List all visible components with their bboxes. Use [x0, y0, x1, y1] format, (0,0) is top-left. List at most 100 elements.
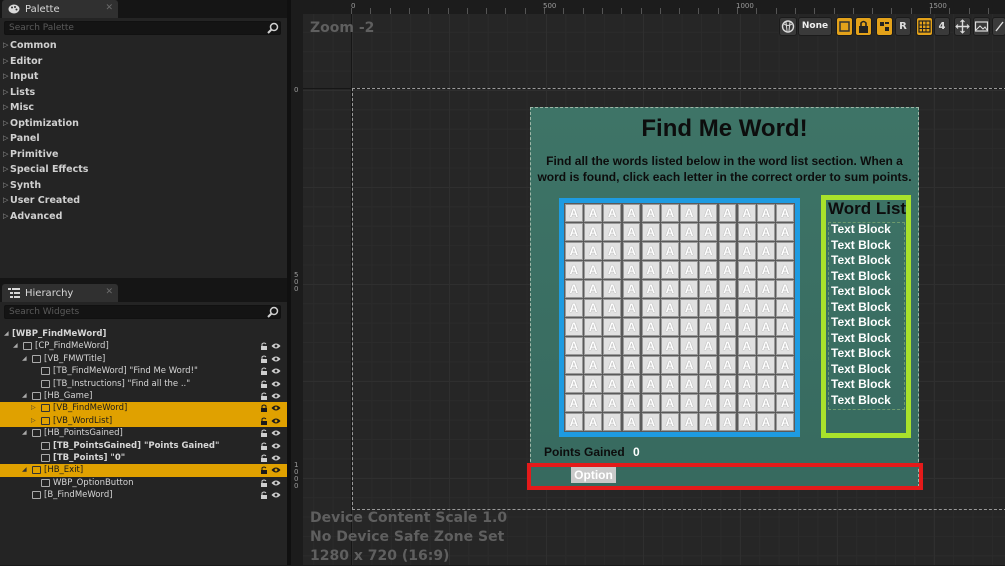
eye-icon[interactable]: [271, 392, 281, 400]
letter-cell[interactable]: A: [699, 299, 718, 317]
letter-cell[interactable]: A: [641, 242, 660, 260]
palette-category[interactable]: ▷ Common: [0, 38, 287, 54]
widget-title[interactable]: Find Me Word!: [530, 115, 919, 143]
letter-cell[interactable]: A: [718, 318, 737, 336]
palette-category[interactable]: ▷ Lists: [0, 85, 287, 101]
palette-category[interactable]: ▷ Editor: [0, 54, 287, 70]
close-icon[interactable]: ✕: [105, 3, 113, 13]
option-button[interactable]: Option: [571, 467, 616, 483]
letter-cell[interactable]: A: [699, 223, 718, 241]
letter-cell[interactable]: A: [776, 413, 794, 431]
background-image-button[interactable]: [973, 17, 990, 36]
hierarchy-row[interactable]: ◢ [HB_PointsGained]: [0, 427, 287, 439]
letter-cell[interactable]: A: [661, 299, 679, 317]
letter-cell[interactable]: A: [776, 394, 794, 412]
word-list-item[interactable]: Text Block: [831, 315, 891, 329]
letter-cell[interactable]: A: [718, 299, 737, 317]
letter-cell[interactable]: A: [603, 242, 622, 260]
letter-cell[interactable]: A: [737, 299, 756, 317]
expand-arrow-icon[interactable]: ▷: [3, 54, 8, 70]
collapse-arrow-icon[interactable]: ◢: [4, 328, 9, 340]
letter-cell[interactable]: A: [641, 318, 660, 336]
letter-cell[interactable]: A: [699, 242, 718, 260]
letter-cell[interactable]: A: [603, 204, 622, 222]
letter-cell[interactable]: A: [680, 337, 698, 355]
letter-cell[interactable]: A: [680, 204, 698, 222]
letter-cell[interactable]: A: [737, 413, 756, 431]
letter-cell[interactable]: A: [641, 337, 660, 355]
letter-cell[interactable]: A: [757, 394, 775, 412]
letter-cell[interactable]: A: [699, 356, 718, 374]
letter-cell[interactable]: A: [641, 299, 660, 317]
letter-cell[interactable]: A: [718, 394, 737, 412]
eye-icon[interactable]: [271, 342, 281, 350]
letter-cell[interactable]: A: [757, 299, 775, 317]
expand-arrow-icon[interactable]: ▷: [3, 162, 8, 178]
letter-cell[interactable]: A: [680, 394, 698, 412]
letter-cell[interactable]: A: [641, 375, 660, 393]
unlock-icon[interactable]: [260, 442, 268, 450]
grid-snap-button[interactable]: [916, 17, 933, 36]
points-gained-label[interactable]: Points Gained: [544, 445, 625, 459]
unlock-icon[interactable]: [260, 342, 268, 351]
language-select[interactable]: None: [798, 17, 832, 36]
letter-cell[interactable]: A: [622, 299, 641, 317]
letter-cell[interactable]: A: [776, 356, 794, 374]
palette-category[interactable]: ▷ Primitive: [0, 147, 287, 163]
letter-cell[interactable]: A: [699, 413, 718, 431]
palette-search-input[interactable]: Search Palette: [4, 21, 281, 35]
letter-cell[interactable]: A: [584, 356, 602, 374]
eye-icon[interactable]: [271, 491, 281, 499]
search-icon[interactable]: [267, 306, 279, 318]
hierarchy-row[interactable]: [TB_PointsGained] "Points Gained": [0, 440, 287, 452]
letter-cell[interactable]: A: [603, 318, 622, 336]
letter-cell[interactable]: A: [622, 375, 641, 393]
letter-cell[interactable]: A: [737, 375, 756, 393]
unlock-icon[interactable]: [260, 380, 268, 388]
letter-cell[interactable]: A: [776, 261, 794, 279]
letter-cell[interactable]: A: [680, 375, 698, 393]
expand-arrow-icon[interactable]: ▷: [3, 131, 8, 147]
hierarchy-row[interactable]: [B_FindMeWord]: [0, 489, 287, 501]
letter-cell[interactable]: A: [718, 356, 737, 374]
letter-cell[interactable]: A: [757, 204, 775, 222]
letter-cell[interactable]: A: [680, 261, 698, 279]
letter-cell[interactable]: A: [757, 242, 775, 260]
lock-icon[interactable]: [260, 404, 268, 413]
letter-cell[interactable]: A: [603, 261, 622, 279]
widget-instructions[interactable]: Find all the words listed below in the w…: [536, 153, 913, 185]
letter-cell[interactable]: A: [661, 242, 679, 260]
letter-cell[interactable]: A: [776, 318, 794, 336]
lock-button[interactable]: [855, 17, 872, 36]
collapse-arrow-icon[interactable]: ◢: [13, 340, 18, 352]
letter-cell[interactable]: A: [584, 413, 602, 431]
tab-hierarchy[interactable]: Hierarchy ✕: [2, 284, 118, 302]
word-list-item[interactable]: Text Block: [831, 346, 891, 360]
letter-cell[interactable]: A: [641, 261, 660, 279]
close-icon[interactable]: ✕: [105, 287, 113, 297]
letter-cell[interactable]: A: [737, 356, 756, 374]
points-value[interactable]: 0: [633, 445, 640, 459]
unlock-icon[interactable]: [260, 417, 268, 425]
hierarchy-row[interactable]: WBP_OptionButton: [0, 477, 287, 489]
palette-category[interactable]: ▷ Special Effects: [0, 162, 287, 178]
letter-cell[interactable]: A: [641, 280, 660, 298]
letter-cell[interactable]: A: [622, 261, 641, 279]
hierarchy-row[interactable]: [TB_FindMeWord] "Find Me Word!": [0, 365, 287, 377]
palette-category[interactable]: ▷ User Created: [0, 193, 287, 209]
letter-cell[interactable]: A: [776, 242, 794, 260]
hierarchy-row[interactable]: ◢ [HB_Game]: [0, 390, 287, 402]
letter-cell[interactable]: A: [776, 299, 794, 317]
eye-icon[interactable]: [271, 367, 281, 375]
letter-cell[interactable]: A: [699, 261, 718, 279]
unlock-icon[interactable]: [260, 466, 268, 475]
expand-arrow-icon[interactable]: ▷: [3, 100, 8, 116]
hierarchy-row[interactable]: ◢ [HB_Exit]: [0, 464, 287, 477]
eye-icon[interactable]: [271, 380, 281, 388]
expand-arrow-icon[interactable]: ▷: [31, 402, 36, 414]
letter-cell[interactable]: A: [718, 413, 737, 431]
letter-cell[interactable]: A: [641, 413, 660, 431]
expand-arrow-icon[interactable]: ▷: [3, 116, 8, 132]
letter-cell[interactable]: A: [603, 280, 622, 298]
letter-cell[interactable]: A: [565, 299, 583, 317]
